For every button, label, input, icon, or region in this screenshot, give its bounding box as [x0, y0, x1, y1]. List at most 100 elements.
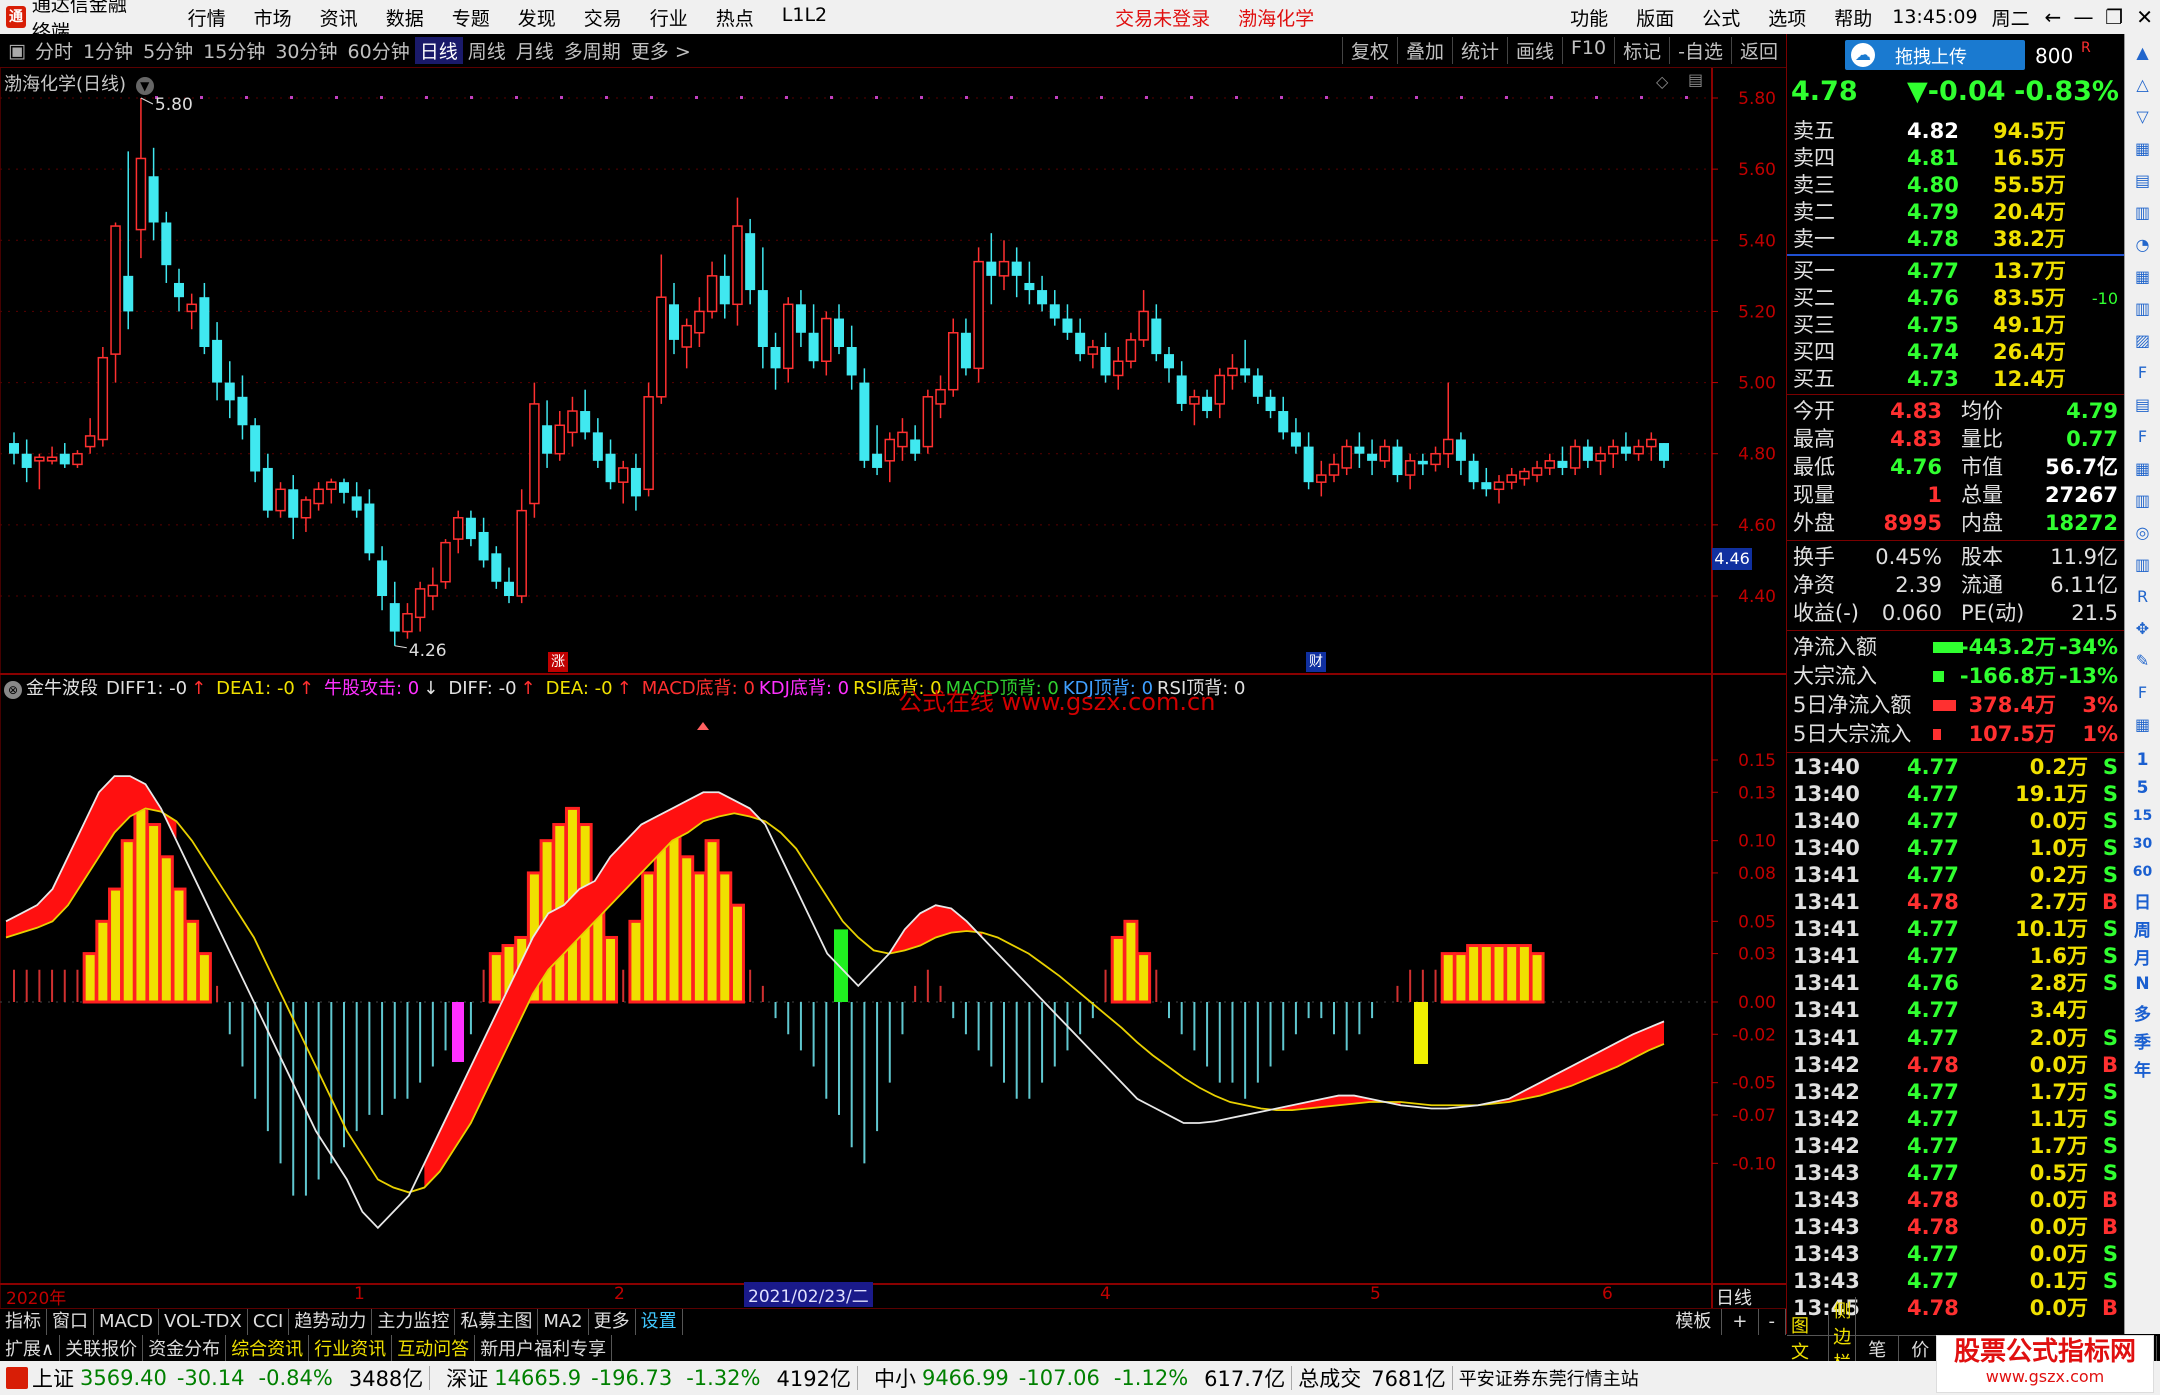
menu-item-3[interactable]: 数据	[372, 4, 438, 31]
toolbar-button-1[interactable]: 叠加	[1396, 37, 1452, 64]
broker-name[interactable]: 平安证券东莞行情主站	[1459, 1365, 1639, 1391]
menu-item-2[interactable]: 资讯	[306, 4, 372, 31]
period-tab-0[interactable]: 分时	[30, 37, 78, 64]
finance-marker[interactable]: 财	[1306, 652, 1326, 672]
indicator-tab-6[interactable]: 主力监控	[372, 1309, 456, 1335]
ext-tab-3[interactable]: 综合资讯	[226, 1335, 310, 1361]
ext-tab-0[interactable]: 扩展∧	[0, 1335, 61, 1361]
restore-icon[interactable]: ❐	[2099, 5, 2130, 29]
chart-settings-icon[interactable]: ◇	[1656, 72, 1668, 91]
orderbook-row[interactable]: 卖二 4.79 20.4万	[1793, 199, 2118, 226]
orderbook-row[interactable]: 买五 4.73 12.4万	[1793, 366, 2118, 393]
toolstrip-period-8[interactable]: N	[2129, 970, 2157, 998]
period-tab-9[interactable]: 多周期	[559, 37, 626, 64]
panel-link-2[interactable]: 笔	[1856, 1335, 1900, 1362]
upload-widget[interactable]: ☁ 拖拽上传	[1845, 40, 2025, 70]
period-tab-8[interactable]: 月线	[511, 37, 559, 64]
tool-icon-19[interactable]: ✎	[2129, 646, 2157, 674]
tool-icon-11[interactable]: ▤	[2129, 390, 2157, 418]
tool-icon-17[interactable]: R	[2129, 582, 2157, 610]
toolbar-button-5[interactable]: 标记	[1614, 37, 1669, 64]
right-menu-item-3[interactable]: 选项	[1754, 4, 1820, 31]
orderbook-row[interactable]: 买一 4.77 13.7万	[1793, 258, 2118, 285]
indicator-tab-1[interactable]: 窗口	[47, 1309, 94, 1335]
toolstrip-period-7[interactable]: 月	[2129, 942, 2157, 970]
indicator-tab-2[interactable]: MACD	[94, 1309, 159, 1335]
close-icon[interactable]: ✕	[2129, 5, 2160, 29]
period-tab-1[interactable]: 1分钟	[78, 37, 138, 64]
tool-icon-21[interactable]: ▦	[2129, 710, 2157, 738]
toolbar-button-7[interactable]: 返回	[1730, 37, 1786, 64]
tool-icon-20[interactable]: F	[2129, 678, 2157, 706]
minimize-icon[interactable]: —	[2068, 5, 2099, 29]
chart-area[interactable]: 5.80 5.60 5.40 5.20 5.00 4.80 4.60 4.40 5.80 4.26…	[0, 68, 1786, 1309]
orderbook-row[interactable]: 买二 4.76 83.5万 -10	[1793, 285, 2118, 312]
ext-tab-6[interactable]: 新用户福利专享	[475, 1335, 613, 1361]
right-menu-item-4[interactable]: 帮助	[1820, 4, 1886, 31]
indicator-tab-8[interactable]: MA2	[538, 1309, 589, 1335]
indicator-tab-7[interactable]: 私募主图	[455, 1309, 539, 1335]
menu-item-0[interactable]: 行情	[174, 4, 240, 31]
limit-up-marker[interactable]: 涨	[548, 652, 568, 672]
toolbar-button-6[interactable]: -自选	[1669, 37, 1731, 64]
ext-tab-1[interactable]: 关联报价	[60, 1335, 144, 1361]
tool-icon-18[interactable]: ✥	[2129, 614, 2157, 642]
toolbar-button-0[interactable]: 复权	[1341, 37, 1397, 64]
toolbar-button-3[interactable]: 画线	[1506, 37, 1562, 64]
tool-icon-10[interactable]: F	[2129, 358, 2157, 386]
login-status[interactable]: 交易未登录	[1101, 4, 1224, 31]
chevron-down-icon[interactable]: ▼	[135, 77, 154, 95]
tool-icon-0[interactable]: ▲	[2129, 38, 2157, 66]
tool-icon-16[interactable]: ▥	[2129, 550, 2157, 578]
orderbook-row[interactable]: 卖四 4.81 16.5万	[1793, 145, 2118, 172]
index-name[interactable]: 中小	[874, 1363, 916, 1393]
orderbook-row[interactable]: 卖一 4.78 38.2万	[1793, 226, 2118, 253]
tool-icon-13[interactable]: ▦	[2129, 454, 2157, 482]
right-menu-item-2[interactable]: 公式	[1688, 4, 1754, 31]
toolstrip-period-9[interactable]: 多	[2129, 998, 2157, 1026]
period-tab-7[interactable]: 周线	[463, 37, 511, 64]
indicator-tab-3[interactable]: VOL-TDX	[159, 1309, 248, 1335]
tool-icon-7[interactable]: ▦	[2129, 262, 2157, 290]
menu-item-6[interactable]: 交易	[570, 4, 636, 31]
panel-collapse-icon[interactable]: ▣	[0, 40, 30, 62]
menu-item-5[interactable]: 发现	[504, 4, 570, 31]
toolbar-button-4[interactable]: F10	[1562, 37, 1614, 64]
tool-icon-2[interactable]: ▽	[2129, 102, 2157, 130]
right-menu-item-1[interactable]: 版面	[1622, 4, 1688, 31]
orderbook-row[interactable]: 卖三 4.80 55.5万	[1793, 172, 2118, 199]
period-tab-10[interactable]: 更多 >	[626, 37, 696, 64]
tool-icon-15[interactable]: ◎	[2129, 518, 2157, 546]
indicator-close-icon[interactable]: ⊗	[4, 681, 22, 699]
toolstrip-period-6[interactable]: 周	[2129, 914, 2157, 942]
status-menu-icon[interactable]	[6, 1367, 28, 1389]
orderbook-row[interactable]: 买三 4.75 49.1万	[1793, 312, 2118, 339]
toolstrip-period-10[interactable]: 季	[2129, 1026, 2157, 1054]
toolstrip-period-4[interactable]: 60	[2129, 858, 2157, 886]
tool-icon-14[interactable]: ▥	[2129, 486, 2157, 514]
tool-icon-6[interactable]: ◔	[2129, 230, 2157, 258]
back-nav-icon[interactable]: ←	[2038, 5, 2069, 29]
menu-item-7[interactable]: 行业	[636, 4, 702, 31]
toolstrip-period-11[interactable]: 年	[2129, 1054, 2157, 1082]
indicator-tab-0[interactable]: 指标	[0, 1309, 47, 1335]
ext-tab-4[interactable]: 行业资讯	[309, 1335, 393, 1361]
toolbar-button-2[interactable]: 统计	[1451, 37, 1507, 64]
toolstrip-period-5[interactable]: 日	[2129, 886, 2157, 914]
ext-tab-5[interactable]: 互动问答	[392, 1335, 476, 1361]
index-name[interactable]: 深证	[446, 1363, 488, 1393]
maximize-pane-icon[interactable]: ▤	[1688, 70, 1703, 89]
index-name[interactable]: 上证	[32, 1363, 74, 1393]
period-tab-5[interactable]: 60分钟	[343, 37, 415, 64]
tool-icon-8[interactable]: ▥	[2129, 294, 2157, 322]
menu-item-4[interactable]: 专题	[438, 4, 504, 31]
menu-item-9[interactable]: L1L2	[768, 4, 841, 31]
indicator-tab-9[interactable]: 更多	[589, 1309, 636, 1335]
period-tab-4[interactable]: 30分钟	[270, 37, 342, 64]
template-tab-1[interactable]: +	[1722, 1309, 1759, 1335]
period-tab-3[interactable]: 15分钟	[198, 37, 270, 64]
toolstrip-period-1[interactable]: 5	[2129, 774, 2157, 802]
indicator-tab-5[interactable]: 趋势动力	[289, 1309, 373, 1335]
indicator-tab-10[interactable]: 设置	[636, 1309, 683, 1335]
toolstrip-period-0[interactable]: 1	[2129, 746, 2157, 774]
